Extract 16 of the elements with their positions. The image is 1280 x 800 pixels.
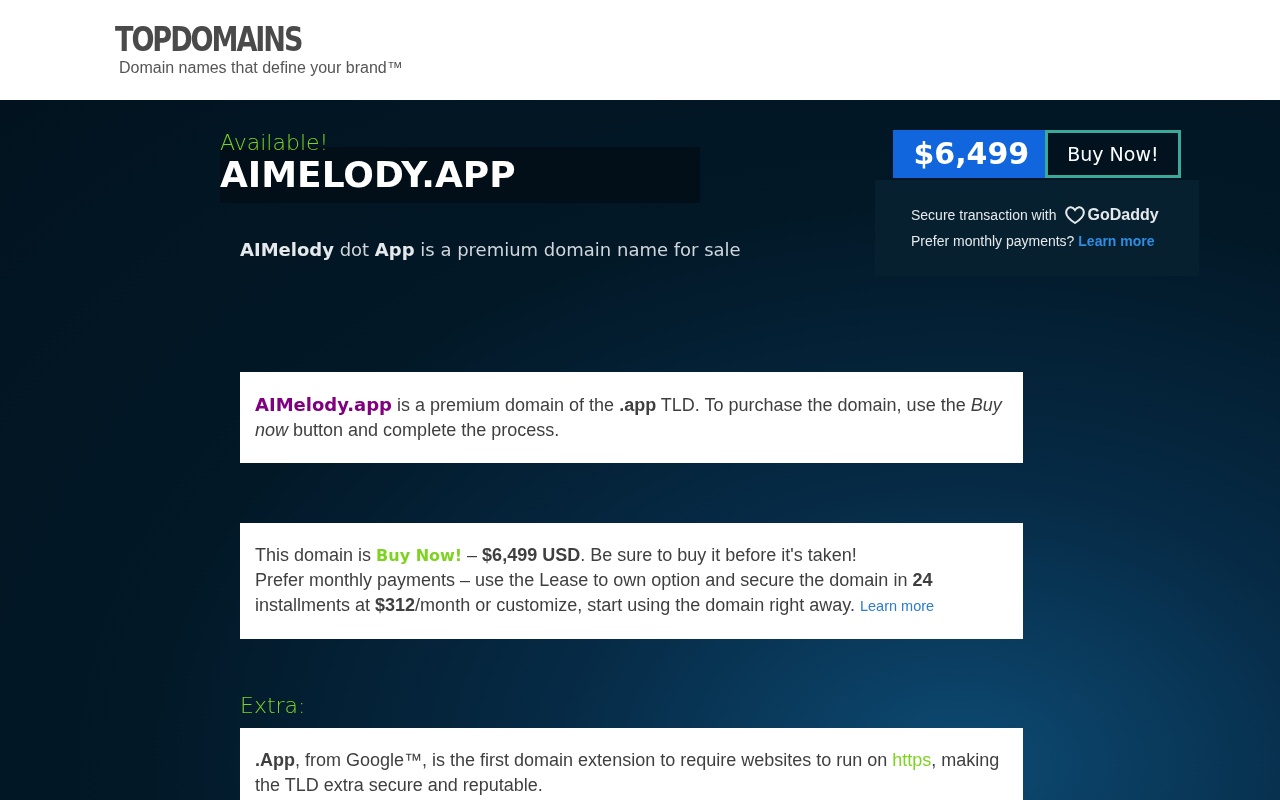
site-logo[interactable]: TOPDOMAINS xyxy=(115,22,302,58)
learn-more-link[interactable]: Learn more xyxy=(860,598,935,614)
card-paragraph: AIMelody.app is a premium domain of the .app TLD. To purchase the domain, use the Buy now button and complete the process. xyxy=(255,393,1004,442)
card-paragraph: Prefer monthly payments – use the Lease to own option and secure the domain in 24 installments at $312/month or customize, start using the domain right away. Learn more xyxy=(255,569,936,617)
site-tagline: Domain names that define your brand™ xyxy=(119,58,404,78)
extra-heading: Extra: xyxy=(240,692,306,720)
buy-now-button[interactable]: Buy Now! xyxy=(1045,130,1181,178)
card-paragraph: This domain is Buy Now! – $6,499 USD. Be sure to buy it before it's taken! xyxy=(255,544,858,567)
heart-icon xyxy=(1064,206,1085,224)
card-paragraph: .App, from Google™, is the first domain extension to require websites to run on https, making the TLD extra secure and reputable. xyxy=(255,749,1001,797)
provider-logo: GoDaddy xyxy=(1064,202,1159,228)
domain-subtitle: AIMelody dot App is a premium domain name for sale xyxy=(240,238,741,262)
secure-text: Secure transaction with xyxy=(911,206,1057,225)
price-tag: $6,499 xyxy=(893,130,1046,178)
learn-more-link[interactable]: Learn more xyxy=(1078,233,1155,249)
monthly-text: Prefer monthly payments? xyxy=(911,233,1075,249)
